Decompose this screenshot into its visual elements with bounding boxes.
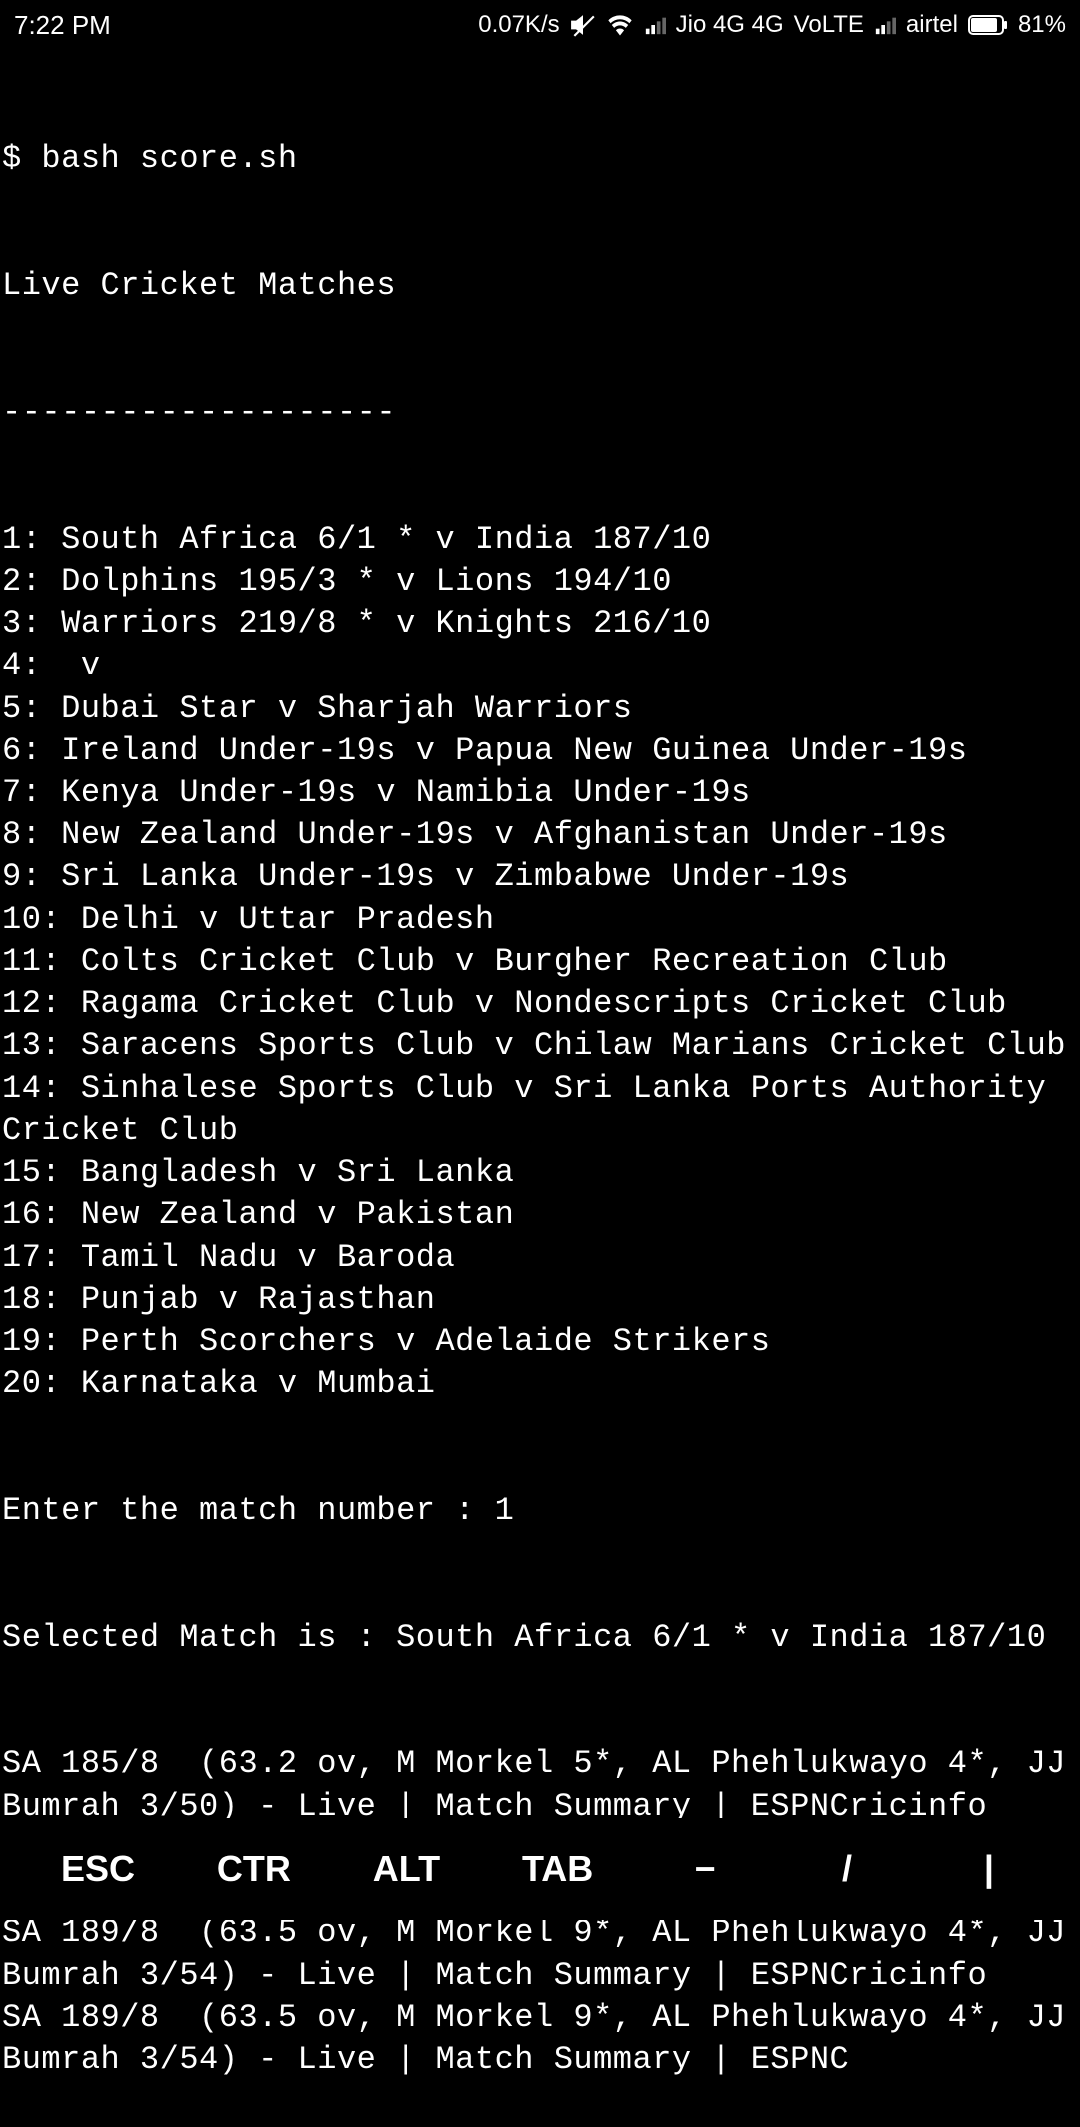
key-pipe[interactable]: | — [959, 1848, 1019, 1890]
key-slash[interactable]: / — [817, 1848, 877, 1890]
match-line: 8: New Zealand Under-19s v Afghanistan U… — [2, 814, 1078, 856]
key-tab[interactable]: TAB — [522, 1848, 593, 1890]
score-update-line: SA 189/8 (63.5 ov, M Morkel 9*, AL Phehl… — [2, 1912, 1078, 1996]
keyboard-shortcut-bar: ESC CTR ALT TAB − / | — [0, 1818, 1080, 1920]
key-minus[interactable]: − — [675, 1848, 735, 1890]
match-line: 1: South Africa 6/1 * v India 187/10 — [2, 519, 1078, 561]
key-ctr[interactable]: CTR — [217, 1848, 291, 1890]
key-alt[interactable]: ALT — [373, 1848, 440, 1890]
score-update-line: SA 189/8 (63.5 ov, M Morkel 9*, AL Phehl… — [2, 1997, 1078, 2081]
match-line: 15: Bangladesh v Sri Lanka — [2, 1152, 1078, 1194]
network-label-1: Jio 4G 4G — [676, 11, 784, 39]
match-line: 10: Delhi v Uttar Pradesh — [2, 899, 1078, 941]
terminal-prompt: Enter the match number : 1 — [2, 1490, 1078, 1532]
match-line: 5: Dubai Star v Sharjah Warriors — [2, 688, 1078, 730]
match-line: 6: Ireland Under-19s v Papua New Guinea … — [2, 730, 1078, 772]
status-bar: 7:22 PM 0.07K/s Jio 4G 4G VoLTE — [0, 0, 1080, 50]
match-line: 19: Perth Scorchers v Adelaide Strikers — [2, 1321, 1078, 1363]
match-line: 4: v — [2, 645, 1078, 687]
signal-icon-2 — [874, 14, 896, 36]
mute-icon — [570, 12, 596, 38]
data-rate: 0.07K/s — [478, 11, 559, 39]
terminal-output[interactable]: $ bash score.sh Live Cricket Matches ---… — [0, 50, 1080, 2127]
key-esc[interactable]: ESC — [61, 1848, 135, 1890]
volte-label: VoLTE — [794, 11, 864, 39]
status-time: 7:22 PM — [14, 10, 111, 41]
battery-percent: 81% — [1018, 11, 1066, 39]
match-line: 7: Kenya Under-19s v Namibia Under-19s — [2, 772, 1078, 814]
match-line: 14: Sinhalese Sports Club v Sri Lanka Po… — [2, 1068, 1078, 1152]
match-line: 11: Colts Cricket Club v Burgher Recreat… — [2, 941, 1078, 983]
match-line: 17: Tamil Nadu v Baroda — [2, 1237, 1078, 1279]
status-right: 0.07K/s Jio 4G 4G VoLTE — [478, 11, 1066, 39]
battery-icon — [968, 15, 1008, 35]
match-line: 20: Karnataka v Mumbai — [2, 1363, 1078, 1405]
score-update-line: SA 185/8 (63.2 ov, M Morkel 5*, AL Phehl… — [2, 1743, 1078, 1827]
match-line: 3: Warriors 219/8 * v Knights 216/10 — [2, 603, 1078, 645]
match-line: 18: Punjab v Rajasthan — [2, 1279, 1078, 1321]
wifi-icon — [606, 11, 634, 39]
terminal-command: $ bash score.sh — [2, 138, 1078, 180]
network-label-2: airtel — [906, 11, 958, 39]
terminal-selected: Selected Match is : South Africa 6/1 * v… — [2, 1617, 1078, 1659]
match-line: 2: Dolphins 195/3 * v Lions 194/10 — [2, 561, 1078, 603]
match-line: 16: New Zealand v Pakistan — [2, 1194, 1078, 1236]
match-line: 13: Saracens Sports Club v Chilaw Marian… — [2, 1025, 1078, 1067]
terminal-divider: -------------------- — [2, 392, 1078, 434]
terminal-title: Live Cricket Matches — [2, 265, 1078, 307]
signal-icon-1 — [644, 14, 666, 36]
match-line: 9: Sri Lanka Under-19s v Zimbabwe Under-… — [2, 856, 1078, 898]
match-line: 12: Ragama Cricket Club v Nondescripts C… — [2, 983, 1078, 1025]
